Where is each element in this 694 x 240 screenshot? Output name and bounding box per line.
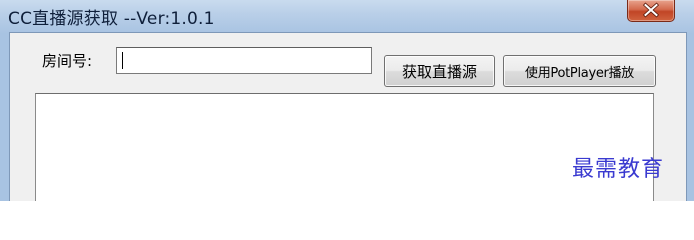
- close-button[interactable]: [627, 0, 675, 22]
- app-window: CC直播源获取 --Ver:1.0.1 房间号: 获取直播源 使用PotPlay…: [0, 0, 694, 201]
- get-stream-button[interactable]: 获取直播源: [384, 55, 495, 87]
- stream-output-textarea[interactable]: [35, 93, 654, 201]
- title-bar[interactable]: CC直播源获取 --Ver:1.0.1: [0, 0, 694, 32]
- window-title: CC直播源获取 --Ver:1.0.1: [8, 9, 215, 29]
- watermark-text: 最需教育: [572, 157, 665, 182]
- text-caret: [122, 52, 123, 69]
- close-icon: [642, 2, 660, 18]
- play-with-potplayer-button[interactable]: 使用PotPlayer播放: [503, 55, 656, 87]
- room-number-label: 房间号:: [42, 52, 93, 70]
- room-number-input[interactable]: [116, 47, 372, 74]
